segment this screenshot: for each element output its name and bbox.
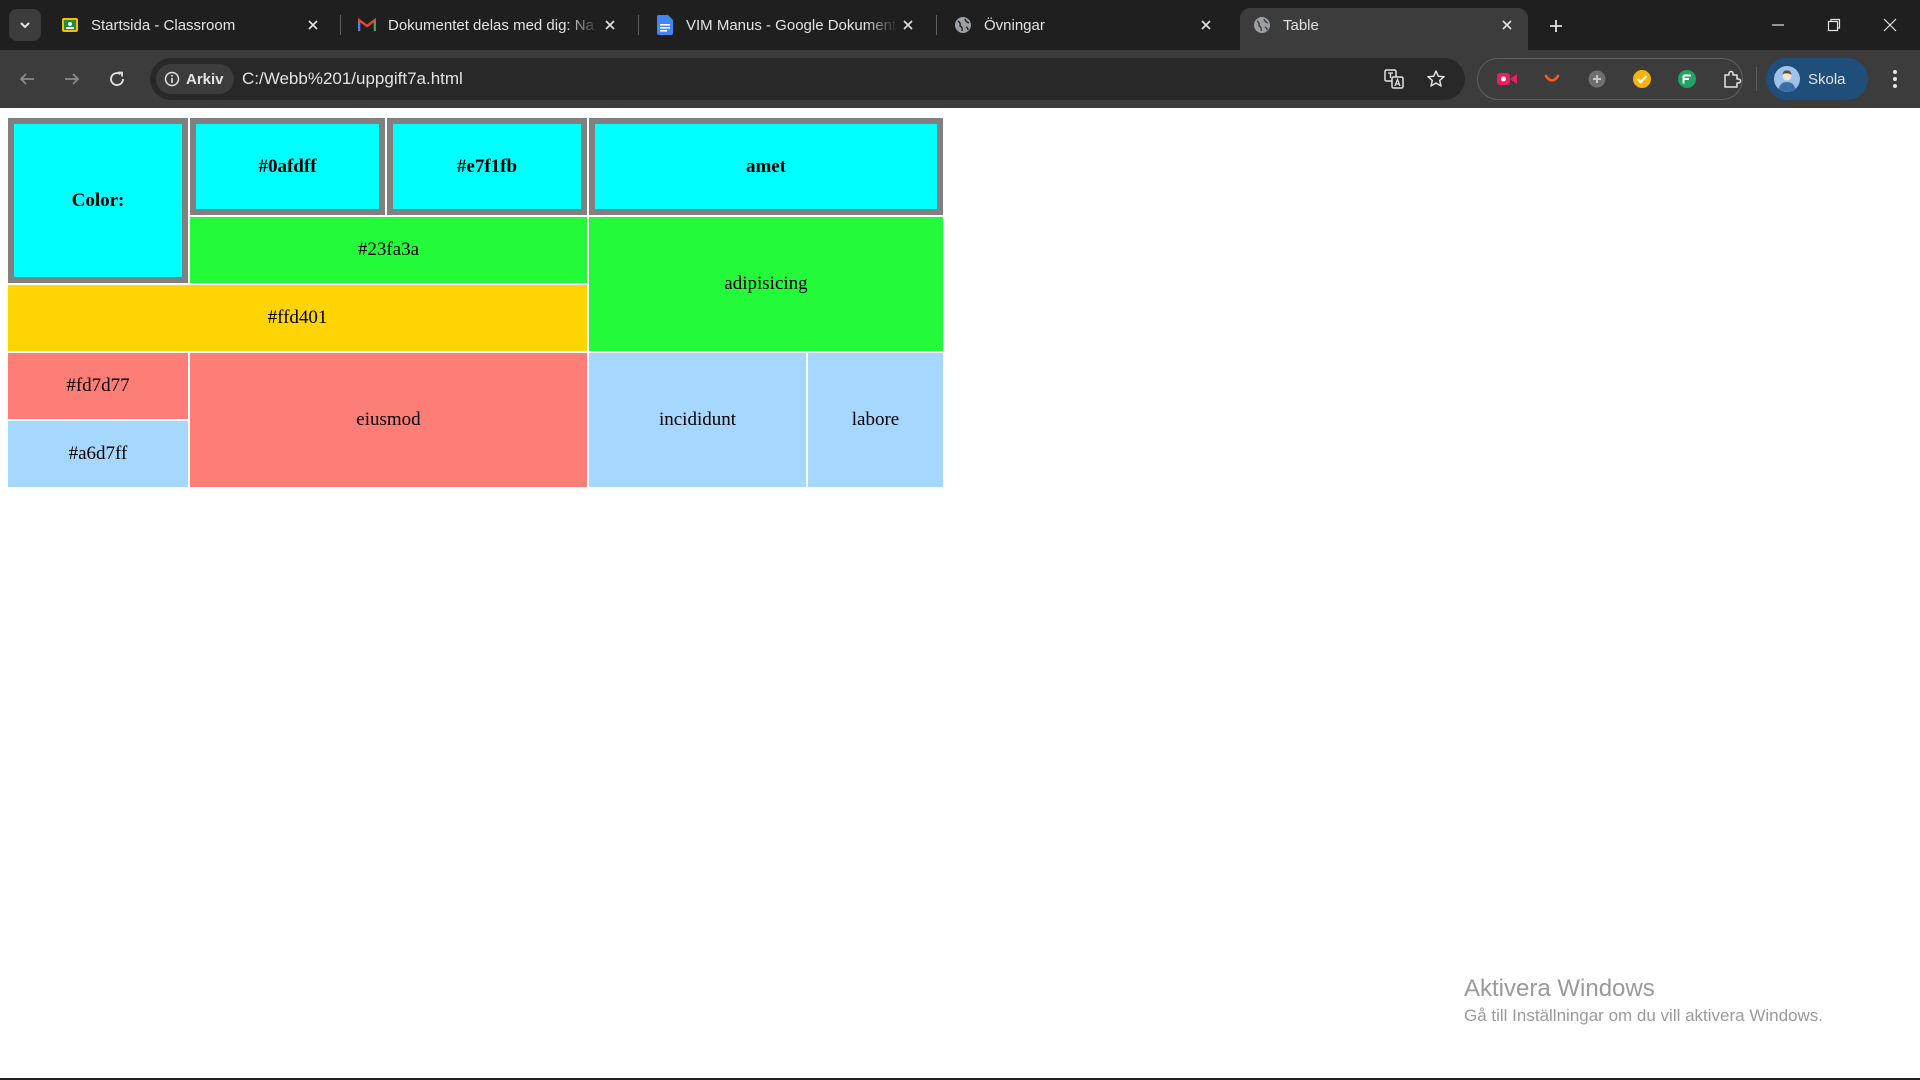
site-info-chip[interactable]: Arkiv [156,64,234,94]
address-bar[interactable]: Arkiv C:/Webb%201/uppgift7a.html [150,58,1465,100]
screen-recorder-extension-icon[interactable] [1496,68,1518,90]
arrow-left-icon [19,73,34,85]
tab-strip: Startsida - Classroom Dokumentet delas m… [0,0,1920,50]
minimize-icon [1772,24,1784,26]
color-table: Color: #0afdff #e7f1fb amet #23fa3a adip… [6,116,945,489]
cell-fd7d77: #fd7d77 [8,353,188,419]
url-text[interactable]: C:/Webb%201/uppgift7a.html [242,69,463,89]
windows-activation-watermark: Aktivera Windows Gå till Inställningar o… [1464,974,1823,1028]
header-cell-amet: amet [589,118,943,215]
tab-title: Övningar [984,16,1045,34]
three-dots-vertical-icon [1893,70,1897,88]
cell-ffd401: #ffd401 [8,285,587,351]
globe-icon [954,16,972,34]
restore-button[interactable] [1806,0,1862,50]
tab-ovningar[interactable]: Övningar [941,8,1227,42]
profile-name: Skola [1808,70,1846,88]
tab-title: Startsida - Classroom [91,16,236,34]
arrow-right-icon [65,73,80,85]
tab-gmail[interactable]: Dokumentet delas med dig: Na [345,8,631,42]
green-extension-icon[interactable] [1676,68,1698,90]
tab-classroom[interactable]: Startsida - Classroom [48,8,334,42]
watermark-subtitle: Gå till Inställningar om du vill aktiver… [1464,1006,1824,1025]
docs-icon [656,15,674,35]
globe-icon [1253,16,1271,34]
avatar [1774,66,1800,92]
site-info-label: Arkiv [186,70,224,88]
browser-toolbar: Arkiv C:/Webb%201/uppgift7a.html Skola [0,50,1920,108]
watermark-title: Aktivera Windows [1464,975,1655,1002]
header-cell-0afdff: #0afdff [190,118,385,215]
close-window-button[interactable] [1862,0,1918,50]
tab-search-button[interactable] [9,9,41,41]
tab-table[interactable]: Table [1240,8,1528,50]
tab-separator [638,15,639,35]
new-tab-button[interactable] [1542,12,1570,40]
tab-title: Table [1283,16,1319,34]
browser-menu-button[interactable] [1878,62,1912,96]
cell-23fa3a: #23fa3a [190,217,587,283]
header-cell-e7f1fb: #e7f1fb [387,118,587,215]
gmail-icon [358,16,376,34]
info-icon [164,71,180,87]
header-label-cell: Color: [8,118,188,283]
close-icon[interactable] [1195,14,1217,36]
toolbar-separator [1756,67,1757,91]
plus-icon [1550,20,1562,32]
back-button[interactable] [10,62,44,96]
minimize-button[interactable] [1750,0,1806,50]
close-icon[interactable] [302,14,324,36]
smile-extension-icon[interactable] [1541,68,1563,90]
classroom-icon [61,16,79,34]
page-viewport: Color: #0afdff #e7f1fb amet #23fa3a adip… [0,108,1920,1078]
check-extension-icon[interactable] [1631,68,1653,90]
close-icon[interactable] [599,14,621,36]
cell-labore: labore [808,353,943,487]
translate-icon[interactable] [1382,67,1406,91]
cell-a6d7ff: #a6d7ff [8,421,188,487]
chevron-down-icon [20,22,30,29]
tab-separator [340,15,341,35]
tab-google-docs[interactable]: VIM Manus - Google Dokument [643,8,929,42]
puzzle-icon[interactable] [1721,68,1743,90]
forward-button[interactable] [55,62,89,96]
tab-title: VIM Manus - Google Dokument [686,16,897,34]
restore-icon [1827,18,1841,32]
grey-extension-icon[interactable] [1586,68,1608,90]
bookmark-star-icon[interactable] [1424,67,1448,91]
tab-title: Dokumentet delas med dig: Na [388,16,594,34]
cell-adipisicing: adipisicing [589,217,943,351]
close-icon[interactable] [897,14,919,36]
close-icon [1883,18,1897,32]
cell-eiusmod: eiusmod [190,353,587,487]
profile-button[interactable]: Skola [1766,58,1868,100]
reload-button[interactable] [100,62,134,96]
tab-separator [936,15,937,35]
extensions-group [1477,58,1743,100]
cell-incididunt: incididunt [589,353,806,487]
close-icon[interactable] [1496,14,1518,36]
reload-icon [110,71,124,86]
